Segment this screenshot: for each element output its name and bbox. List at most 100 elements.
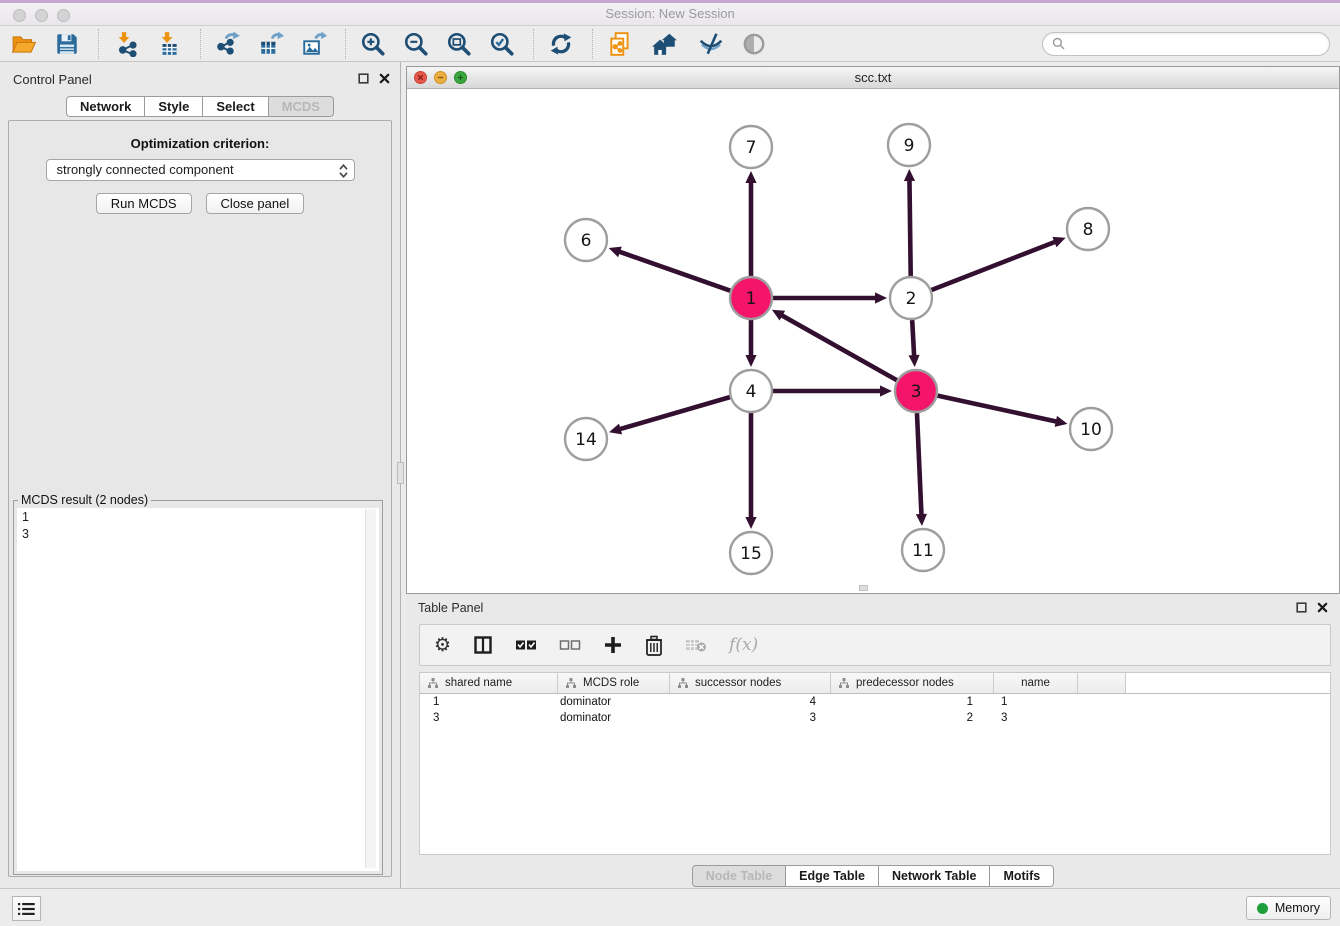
unselect-all-columns-icon[interactable] — [559, 635, 581, 655]
tab-network[interactable]: Network — [66, 96, 145, 117]
tab-edge-table[interactable]: Edge Table — [786, 865, 879, 887]
column-header-shared-name[interactable]: shared name — [420, 673, 558, 693]
graph-node-2[interactable]: 2 — [890, 277, 932, 319]
graph-node-14[interactable]: 14 — [565, 418, 607, 460]
tab-style[interactable]: Style — [145, 96, 203, 117]
close-window-button[interactable] — [13, 9, 26, 22]
zoom-in-icon[interactable] — [359, 29, 386, 59]
export-table-icon[interactable] — [257, 29, 284, 59]
show-columns-icon[interactable] — [473, 635, 493, 655]
graph-edge-1-4[interactable] — [745, 320, 756, 367]
select-all-columns-icon[interactable] — [515, 635, 537, 655]
memory-button[interactable]: Memory — [1246, 896, 1331, 920]
show-all-icon[interactable] — [740, 29, 767, 59]
new-network-from-selection-icon[interactable] — [606, 29, 633, 59]
graph-node-10[interactable]: 10 — [1070, 408, 1112, 450]
graph-edge-2-8[interactable] — [931, 237, 1065, 290]
zoom-window-button[interactable] — [57, 9, 70, 22]
cell-mcds-role[interactable]: dominator — [558, 712, 670, 724]
cell-shared-name[interactable]: 3 — [420, 712, 558, 724]
graph-node-6[interactable]: 6 — [565, 219, 607, 261]
column-header-mcds-role[interactable]: MCDS role — [558, 673, 670, 693]
save-session-icon[interactable] — [53, 29, 80, 59]
cell-name[interactable]: 3 — [994, 712, 1078, 724]
graph-node-8[interactable]: 8 — [1067, 208, 1109, 250]
table-options-icon[interactable]: ⚙ — [434, 635, 451, 655]
cell-successor-nodes[interactable]: 3 — [670, 712, 831, 724]
table-panel: Table Panel ⚙ f(x) shared name MCDS role… — [406, 594, 1340, 888]
column-header-predecessor-nodes[interactable]: predecessor nodes — [831, 673, 994, 693]
run-mcds-button[interactable]: Run MCDS — [96, 193, 192, 214]
graph-node-9[interactable]: 9 — [888, 124, 930, 166]
network-minimize-icon[interactable] — [434, 71, 447, 84]
search-input[interactable] — [1070, 36, 1320, 52]
graph-node-3[interactable]: 3 — [895, 370, 937, 412]
close-table-panel-icon[interactable] — [1317, 602, 1328, 613]
network-window-titlebar[interactable]: scc.txt — [407, 67, 1339, 89]
cell-successor-nodes[interactable]: 4 — [670, 696, 831, 708]
minimize-window-button[interactable] — [35, 9, 48, 22]
search-box[interactable] — [1042, 32, 1330, 56]
close-panel-icon[interactable] — [379, 73, 390, 84]
cell-name[interactable]: 1 — [994, 696, 1078, 708]
column-header-name[interactable]: name — [994, 673, 1078, 693]
export-network-icon[interactable] — [214, 29, 241, 59]
tab-mcds[interactable]: MCDS — [269, 96, 334, 117]
add-column-icon[interactable] — [603, 635, 623, 655]
tab-select[interactable]: Select — [203, 96, 268, 117]
graph-node-11[interactable]: 11 — [902, 529, 944, 571]
criterion-dropdown[interactable]: strongly connected component — [46, 159, 355, 181]
graph-edge-3-1[interactable] — [772, 310, 897, 380]
graph-edge-2-9[interactable] — [904, 169, 915, 276]
graph-edge-4-3[interactable] — [773, 385, 892, 396]
graph-edge-1-7[interactable] — [745, 171, 756, 276]
panel-splitter-handle[interactable] — [397, 462, 404, 484]
delete-columns-icon[interactable] — [645, 635, 663, 656]
first-neighbors-icon[interactable] — [649, 29, 681, 59]
export-image-icon[interactable] — [300, 29, 327, 59]
open-session-icon[interactable] — [10, 29, 37, 59]
window-traffic-lights[interactable] — [13, 9, 70, 22]
network-maximize-icon[interactable] — [454, 71, 467, 84]
graph-edge-4-14[interactable] — [609, 397, 730, 434]
column-header-successor-nodes[interactable]: successor nodes — [670, 673, 831, 693]
svg-text:8: 8 — [1083, 220, 1094, 240]
apply-preferred-layout-icon[interactable] — [547, 29, 574, 59]
close-panel-button[interactable]: Close panel — [206, 193, 305, 214]
float-panel-icon[interactable] — [358, 73, 369, 84]
cell-predecessor-nodes[interactable]: 2 — [831, 712, 994, 724]
tab-motifs[interactable]: Motifs — [990, 865, 1054, 887]
zoom-selected-icon[interactable] — [488, 29, 515, 59]
graph-node-7[interactable]: 7 — [730, 126, 772, 168]
show-panels-button[interactable] — [12, 896, 41, 921]
zoom-out-icon[interactable] — [402, 29, 429, 59]
graph-edge-1-2[interactable] — [773, 292, 887, 303]
graph-edge-4-15[interactable] — [745, 413, 756, 529]
canvas-scroll-grip[interactable] — [859, 585, 868, 591]
result-scrollbar[interactable] — [365, 509, 376, 868]
cell-shared-name[interactable]: 1 — [420, 696, 558, 708]
zoom-fit-icon[interactable] — [445, 29, 472, 59]
network-canvas[interactable]: 7 9 6 8 1 2 4 3 14 10 15 11 — [407, 89, 1339, 593]
delete-table-icon — [685, 636, 707, 654]
table-row[interactable]: 1 dominator 4 1 1 — [420, 694, 1330, 710]
float-table-panel-icon[interactable] — [1296, 602, 1307, 613]
network-close-icon[interactable] — [414, 71, 427, 84]
cell-mcds-role[interactable]: dominator — [558, 696, 670, 708]
graph-node-1[interactable]: 1 — [730, 277, 772, 319]
tab-node-table[interactable]: Node Table — [692, 865, 786, 887]
table-panel-title: Table Panel — [418, 601, 483, 615]
graph-edge-3-10[interactable] — [937, 396, 1067, 427]
graph-edge-2-3[interactable] — [908, 320, 919, 367]
mcds-result-textarea[interactable]: 1 3 — [17, 508, 379, 871]
import-network-icon[interactable] — [112, 29, 139, 59]
tab-network-table[interactable]: Network Table — [879, 865, 991, 887]
cell-predecessor-nodes[interactable]: 1 — [831, 696, 994, 708]
import-table-icon[interactable] — [155, 29, 182, 59]
graph-node-4[interactable]: 4 — [730, 370, 772, 412]
graph-node-15[interactable]: 15 — [730, 532, 772, 574]
hide-selected-icon[interactable] — [697, 29, 724, 59]
graph-edge-1-6[interactable] — [609, 247, 731, 291]
graph-edge-3-11[interactable] — [916, 413, 927, 526]
table-row[interactable]: 3 dominator 3 2 3 — [420, 710, 1330, 726]
